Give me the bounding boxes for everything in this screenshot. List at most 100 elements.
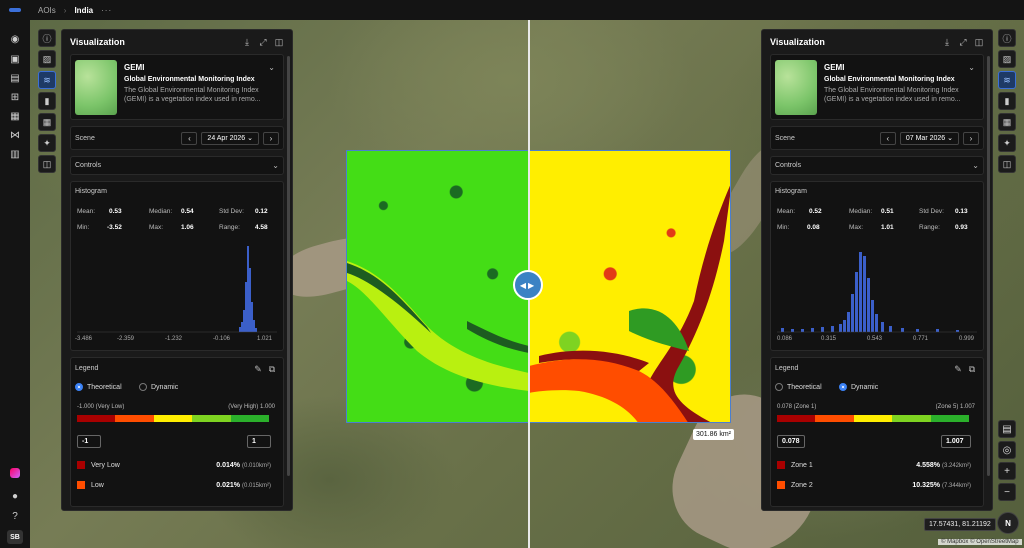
compass-button[interactable]: N [997, 512, 1019, 534]
locate-icon[interactable]: ◎ [998, 441, 1016, 459]
split-view-icon[interactable]: ◫ [998, 155, 1016, 173]
map-attribution[interactable]: © Mapbox © OpenStreetMap [938, 539, 1022, 545]
histogram-tick: 1.021 [257, 336, 273, 342]
index-selector[interactable]: GEMI Global Environmental Monitoring Ind… [770, 54, 984, 120]
legend-title: Legend [775, 365, 799, 372]
compare-slider-handle[interactable]: ◀▶ [513, 270, 543, 300]
prev-scene-button[interactable]: ‹ [879, 131, 896, 145]
image-icon[interactable]: ▨ [38, 50, 56, 68]
histogram-tick: -0.106 [213, 336, 231, 342]
controls-label: Controls [775, 162, 802, 169]
legend-max-input[interactable]: 1 [247, 435, 271, 448]
index-full-name: Global Environmental Monitoring Index [824, 76, 955, 83]
info-icon[interactable]: ⓘ [38, 29, 56, 47]
avatar[interactable]: SB [7, 530, 23, 544]
image-icon[interactable]: ▨ [998, 50, 1016, 68]
histogram-tick: 0.315 [821, 336, 837, 342]
overlay-right-scene [529, 151, 730, 422]
panel-title: Visualization [770, 37, 825, 47]
scene-row: Scene ‹ 07 Mar 2026 ⌄ › [770, 126, 984, 150]
box-icon[interactable]: ▣ [9, 53, 21, 65]
histogram-tick: 0.771 [913, 336, 929, 342]
truck-icon[interactable]: ▤ [9, 72, 21, 84]
app-logo[interactable] [0, 0, 30, 20]
scene-date-select[interactable]: 07 Mar 2026 ⌄ [899, 131, 959, 145]
scene-label: Scene [75, 134, 95, 142]
notification-icon[interactable]: ● [9, 490, 21, 502]
theoretical-radio[interactable]: Theoretical [75, 383, 122, 391]
histogram-tick: -2.359 [117, 336, 135, 342]
zoom-in-button[interactable]: + [998, 462, 1016, 480]
map-icon[interactable]: ▦ [38, 113, 56, 131]
legend-card: Legend ✎ ⧉ Theoretical Dynamic 0.078 (Zo… [770, 357, 984, 507]
histogram-card: Histogram Mean: 0.52 Median: 0.51 Std De… [770, 181, 984, 351]
scene-date-select[interactable]: 24 Apr 2026 ⌄ [201, 131, 259, 145]
legend-min-input[interactable]: 0.078 [777, 435, 805, 448]
area-label: 301.86 km² [693, 429, 735, 440]
legend-zone-row: Low 0.021% (0.015km²) [77, 478, 271, 492]
panel-scrollbar[interactable] [987, 56, 990, 476]
right-tool-column: ⓘ ▨ ≋ ▮ ▦ ✦ ◫ [998, 29, 1016, 176]
theoretical-radio[interactable]: Theoretical [775, 383, 822, 391]
cart-icon[interactable]: ⊞ [9, 91, 21, 103]
legend-min-input[interactable]: -1 [77, 435, 101, 448]
breadcrumb-root[interactable]: AOIs [38, 6, 56, 15]
store-icon[interactable]: ▥ [9, 148, 21, 160]
expand-icon[interactable]: ⤢ [258, 37, 268, 47]
expand-icon[interactable]: ⤢ [958, 37, 968, 47]
copy-icon[interactable]: ⧉ [267, 364, 277, 374]
map-icon[interactable]: ▦ [9, 110, 21, 122]
info-icon[interactable]: ⓘ [998, 29, 1016, 47]
chevron-down-icon[interactable]: ⌄ [968, 63, 975, 72]
panel-scrollbar[interactable] [287, 56, 290, 476]
controls-label: Controls [75, 162, 102, 169]
scene-row: Scene ‹ 24 Apr 2026 ⌄ › [70, 126, 284, 150]
controls-accordion[interactable]: Controls ⌄ [770, 156, 984, 175]
compass-icon[interactable]: ◉ [9, 33, 21, 45]
more-options-icon[interactable]: ··· [101, 6, 112, 15]
next-scene-button[interactable]: › [963, 131, 979, 145]
collapse-icon[interactable]: ◫ [274, 37, 284, 47]
next-scene-button[interactable]: › [263, 131, 279, 145]
sparkle-icon[interactable]: ✦ [38, 134, 56, 152]
histogram-tick: 0.086 [777, 336, 793, 342]
histogram-card: Histogram Mean: 0.53 Median: 0.54 Std De… [70, 181, 284, 351]
chart-icon[interactable]: ▮ [998, 92, 1016, 110]
collapse-icon[interactable]: ◫ [974, 37, 984, 47]
map-icon[interactable]: ▦ [998, 113, 1016, 131]
index-name: GEMI [124, 63, 145, 72]
book-icon[interactable]: ▤ [998, 420, 1016, 438]
dynamic-radio[interactable]: Dynamic [139, 383, 178, 391]
legend-title: Legend [75, 365, 99, 372]
zoom-out-button[interactable]: − [998, 483, 1016, 501]
panel-title: Visualization [70, 37, 125, 47]
download-icon[interactable]: ⤓ [942, 37, 952, 47]
legend-color-bar [777, 415, 970, 422]
histogram-tick: 0.999 [959, 336, 975, 342]
legend-range-high: (Very High) 1.000 [228, 404, 275, 410]
edit-icon[interactable]: ✎ [953, 364, 963, 374]
histogram-tick: 0.543 [867, 336, 883, 342]
download-icon[interactable]: ⤓ [242, 37, 252, 47]
prev-scene-button[interactable]: ‹ [181, 131, 198, 145]
controls-accordion[interactable]: Controls ⌄ [70, 156, 284, 175]
dynamic-radio[interactable]: Dynamic [839, 383, 878, 391]
chevron-down-icon[interactable]: ⌄ [268, 63, 275, 72]
top-bar: AOIs › India ··· [0, 0, 1024, 20]
histogram-plot [777, 252, 977, 333]
layers-icon[interactable]: ≋ [998, 71, 1016, 89]
legend-zone-row: Zone 1 4.558% (3.242km²) [777, 458, 971, 472]
legend-max-input[interactable]: 1.007 [941, 435, 971, 448]
scene-label: Scene [775, 134, 795, 142]
index-selector[interactable]: GEMI Global Environmental Monitoring Ind… [70, 54, 284, 120]
edit-icon[interactable]: ✎ [253, 364, 263, 374]
copy-icon[interactable]: ⧉ [967, 364, 977, 374]
chart-icon[interactable]: ▮ [38, 92, 56, 110]
flow-icon[interactable]: ⋈ [9, 129, 21, 141]
app-switcher-icon[interactable] [10, 468, 20, 478]
legend-card: Legend ✎ ⧉ Theoretical Dynamic -1.000 (V… [70, 357, 284, 507]
split-view-icon[interactable]: ◫ [38, 155, 56, 173]
layers-icon[interactable]: ≋ [38, 71, 56, 89]
sparkle-icon[interactable]: ✦ [998, 134, 1016, 152]
help-icon[interactable]: ? [9, 510, 21, 522]
